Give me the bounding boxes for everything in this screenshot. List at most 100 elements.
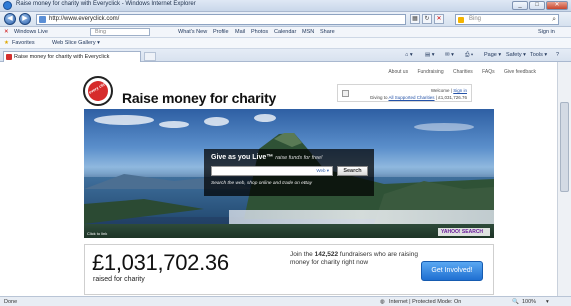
join-prefix: Join the — [290, 251, 313, 258]
page-favicon-icon — [39, 16, 46, 23]
search-panel: Give as you Live™ raise funds for free! … — [204, 149, 374, 196]
giving-total: | £1,031,726.76 — [435, 95, 467, 100]
new-tab-button[interactable] — [144, 52, 156, 61]
live-item-whats-new[interactable]: What's New — [178, 29, 207, 35]
welcome-text: Welcome | — [430, 88, 452, 93]
page-menu[interactable]: Page ▾ — [484, 52, 501, 58]
bing-icon — [458, 17, 464, 23]
amount-raised: £1,031,702.36 — [92, 250, 229, 275]
globe-icon: ◍ — [380, 299, 385, 305]
mail-icon[interactable]: ✉ ▾ — [445, 52, 454, 58]
ie-logo-icon — [3, 1, 12, 10]
hero-subtitle: Search the web, shop online and trade on… — [211, 181, 313, 186]
nav-charities[interactable]: Charities — [453, 69, 473, 75]
feeds-icon[interactable]: ▤ ▾ — [425, 52, 435, 58]
supported-charities-link[interactable]: All Supported Charities — [389, 95, 435, 100]
account-icon — [342, 90, 349, 97]
live-item-calendar[interactable]: Calendar — [274, 29, 296, 35]
live-item-photos[interactable]: Photos — [251, 29, 268, 35]
cloud — [254, 114, 276, 122]
tab-title: Raise money for charity with Everyclick — [14, 54, 110, 60]
search-scope-dropdown[interactable]: Web ▾ — [316, 168, 329, 173]
nav-fundraising[interactable]: Fundraising — [417, 69, 443, 75]
live-item-bing: Bing — [95, 29, 107, 35]
live-item-sign-in[interactable]: Sign in — [538, 29, 555, 35]
cloud — [159, 121, 189, 128]
sign-in-link[interactable]: Sign in — [453, 88, 467, 93]
giving-line: Giving to All Supported Charities | £1,0… — [370, 95, 467, 100]
windows-live-toolbar: ✕ Windows Live Bing What's New Profile M… — [0, 27, 571, 38]
stop-icon[interactable]: ✕ — [434, 14, 444, 24]
tab-everyclick[interactable]: Raise money for charity with Everyclick — [3, 51, 141, 62]
fundraiser-count: 142,522 — [314, 251, 339, 258]
zoom-dropdown-icon[interactable]: ▾ — [546, 299, 549, 305]
foreground-hills — [84, 224, 494, 238]
live-item-msn[interactable]: MSN — [302, 29, 314, 35]
hero-search-button[interactable]: Search — [337, 166, 368, 176]
title-bar: Raise money for charity with Everyclick … — [0, 0, 571, 12]
favorites-bar: ★ Favorites Web Slice Gallery ▾ — [0, 38, 571, 49]
safety-menu[interactable]: Safety ▾ — [506, 52, 526, 58]
address-bar[interactable]: http://www.everyclick.com/ — [36, 14, 406, 25]
navigation-bar: ◀ ▶ http://www.everyclick.com/ ▦ ↻ ✕ Bin… — [0, 12, 571, 27]
nav-give-feedback[interactable]: Give feedback — [504, 69, 536, 75]
raised-label: raised for charity — [93, 276, 145, 283]
back-button[interactable]: ◀ — [4, 13, 16, 25]
zoom-icon[interactable]: 🔍 — [512, 299, 519, 305]
welcome-box: Welcome | Sign in Giving to All Supporte… — [337, 84, 472, 102]
search-icon[interactable]: ⌕ — [552, 15, 556, 24]
minimize-button[interactable]: _ — [512, 1, 528, 10]
hero-title-bold: Give as you Live — [211, 154, 267, 161]
close-button[interactable]: ✕ — [546, 1, 568, 10]
web-slice-gallery[interactable]: Web Slice Gallery ▾ — [52, 40, 100, 46]
refresh-icon[interactable]: ↻ — [422, 14, 432, 24]
nav-faqs[interactable]: FAQs — [482, 69, 495, 75]
search-input[interactable]: Bing ⌕ — [455, 14, 559, 25]
cloud — [204, 117, 229, 126]
everyclick-logo[interactable]: every click — [83, 76, 113, 106]
status-text: Done — [4, 299, 18, 305]
status-bar: Done ◍ Internet | Protected Mode: On 🔍 1… — [0, 296, 571, 306]
hero-image: Give as you Live™ raise funds for free! … — [84, 109, 494, 238]
nav-about-us[interactable]: About us — [388, 69, 408, 75]
home-icon[interactable]: ⌂ ▾ — [405, 52, 413, 58]
scrollbar-thumb[interactable] — [560, 102, 569, 192]
security-zone[interactable]: Internet | Protected Mode: On — [389, 299, 461, 305]
hero-search-input[interactable]: Web ▾ — [211, 166, 333, 176]
tab-favicon-icon — [6, 54, 12, 60]
cloud — [94, 115, 154, 125]
tools-menu[interactable]: Tools ▾ — [530, 52, 547, 58]
browser-window: Raise money for charity with Everyclick … — [0, 0, 571, 306]
maximize-button[interactable]: □ — [529, 1, 545, 10]
live-item-profile[interactable]: Profile — [213, 29, 229, 35]
tab-bar: Raise money for charity with Everyclick … — [0, 49, 571, 62]
hero-title: Give as you Live™ raise funds for free! — [211, 154, 323, 161]
hero-caption[interactable]: Click to link — [87, 231, 107, 236]
favorites-button[interactable]: Favorites — [12, 40, 35, 46]
web-page: About us Fundraising Charities FAQs Give… — [0, 62, 557, 296]
hero-title-italic: raise funds for free! — [275, 155, 323, 161]
print-icon[interactable]: ⎙ ▾ — [465, 52, 473, 59]
site-top-nav: About us Fundraising Charities FAQs Give… — [380, 69, 536, 75]
hero-title-tm: ™ — [266, 154, 274, 161]
window-title: Raise money for charity with Everyclick … — [16, 1, 196, 7]
giving-to-text: Giving to — [369, 95, 388, 100]
live-item-share[interactable]: Share — [320, 29, 335, 35]
live-item-windows-live[interactable]: Windows Live — [14, 29, 48, 35]
compatibility-view-icon[interactable]: ▦ — [410, 14, 420, 24]
address-text: http://www.everyclick.com/ — [49, 16, 120, 22]
get-involved-button[interactable]: Get Involved! — [421, 261, 483, 281]
vertical-scrollbar[interactable] — [557, 62, 571, 296]
stats-box: £1,031,702.36 raised for charity Join th… — [84, 244, 494, 295]
forward-button[interactable]: ▶ — [19, 13, 31, 25]
zoom-level[interactable]: 100% — [522, 299, 536, 305]
yahoo-search-logo: YAHOO! SEARCH — [438, 228, 490, 236]
help-icon[interactable]: ? — [556, 52, 559, 58]
join-message: Join the 142,522 fundraisers who are rai… — [290, 251, 420, 267]
site-tagline: Raise money for charity — [122, 90, 277, 106]
search-placeholder: Bing — [469, 16, 482, 22]
favorites-star-icon: ★ — [4, 40, 9, 46]
welcome-line: Welcome | Sign in — [431, 88, 467, 93]
live-item-mail[interactable]: Mail — [235, 29, 245, 35]
close-toolbar-icon[interactable]: ✕ — [4, 29, 9, 35]
